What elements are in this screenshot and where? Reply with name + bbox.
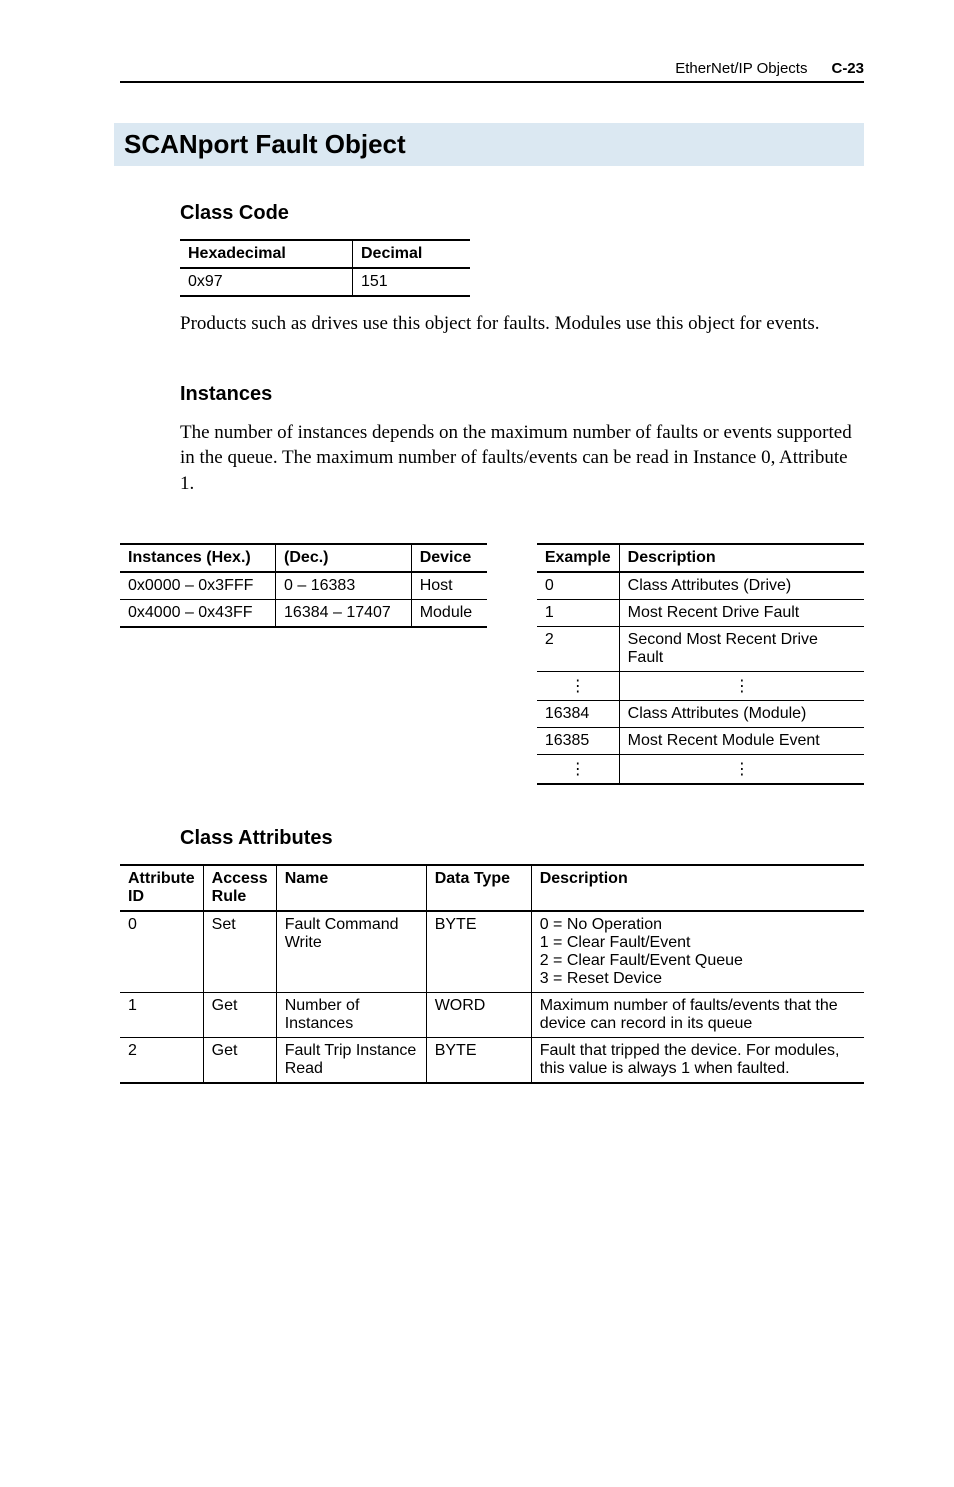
cell: 0x0000 – 0x3FFF: [120, 572, 276, 600]
col-attr-id: Attribute ID: [120, 865, 203, 911]
col-example: Example: [537, 544, 619, 572]
cell: Get: [203, 1037, 276, 1083]
class-attr-table: Attribute ID Access Rule Name Data Type …: [120, 864, 864, 1084]
cell: 0: [537, 572, 619, 600]
instances-heading: Instances: [180, 383, 864, 406]
cell: ⋮: [619, 754, 864, 784]
table-row: Example Description: [537, 544, 864, 572]
cell: Fault that tripped the device. For modul…: [531, 1037, 864, 1083]
table-row: ⋮⋮: [537, 754, 864, 784]
cell: 0x4000 – 0x43FF: [120, 599, 276, 627]
table-row: ⋮⋮: [537, 671, 864, 700]
cell-hex: 0x97: [180, 268, 353, 296]
cell: Maximum number of faults/events that the…: [531, 992, 864, 1037]
table-row: Hexadecimal Decimal: [180, 240, 470, 268]
page-header: EtherNet/IP Objects C-23: [120, 60, 864, 83]
table-row: 0Class Attributes (Drive): [537, 572, 864, 600]
table-row: Attribute ID Access Rule Name Data Type …: [120, 865, 864, 911]
table-row: 16385Most Recent Module Event: [537, 727, 864, 754]
cell: ⋮: [537, 754, 619, 784]
class-code-heading: Class Code: [180, 202, 864, 225]
cell: 0 = No Operation 1 = Clear Fault/Event 2…: [531, 911, 864, 993]
class-attr-heading-wrap: Class Attributes: [180, 827, 864, 850]
class-code-section: Class Code Hexadecimal Decimal 0x97 151 …: [180, 202, 864, 337]
col-data-type: Data Type: [426, 865, 531, 911]
instances-para: The number of instances depends on the m…: [180, 420, 864, 497]
col-hexadecimal: Hexadecimal: [180, 240, 353, 268]
class-code-table: Hexadecimal Decimal 0x97 151: [180, 239, 470, 297]
cell: BYTE: [426, 911, 531, 993]
cell: Class Attributes (Drive): [619, 572, 864, 600]
instances-right-table: Example Description 0Class Attributes (D…: [537, 543, 864, 785]
table-row: 1Most Recent Drive Fault: [537, 599, 864, 626]
cell: Most Recent Module Event: [619, 727, 864, 754]
cell: 0 – 16383: [276, 572, 412, 600]
col-decimal: Decimal: [353, 240, 471, 268]
cell-dec: 151: [353, 268, 471, 296]
table-row: 2 Get Fault Trip Instance Read BYTE Faul…: [120, 1037, 864, 1083]
table-row: 0 Set Fault Command Write BYTE 0 = No Op…: [120, 911, 864, 993]
col-instances-hex: Instances (Hex.): [120, 544, 276, 572]
cell: Fault Command Write: [276, 911, 426, 993]
col-instances-dec: (Dec.): [276, 544, 412, 572]
header-section: EtherNet/IP Objects: [675, 60, 807, 77]
cell: 2: [537, 626, 619, 671]
col-device: Device: [411, 544, 487, 572]
page-title: SCANport Fault Object: [114, 123, 864, 166]
cell: Module: [411, 599, 487, 627]
cell: Second Most Recent Drive Fault: [619, 626, 864, 671]
table-row: 0x4000 – 0x43FF 16384 – 17407 Module: [120, 599, 487, 627]
cell: 1: [120, 992, 203, 1037]
table-row: 0x97 151: [180, 268, 470, 296]
cell: 16384 – 17407: [276, 599, 412, 627]
cell: Get: [203, 992, 276, 1037]
class-attr-heading: Class Attributes: [180, 827, 864, 850]
cell: 0: [120, 911, 203, 993]
class-code-para: Products such as drives use this object …: [180, 311, 864, 337]
col-description: Description: [619, 544, 864, 572]
cell: Number of Instances: [276, 992, 426, 1037]
col-desc: Description: [531, 865, 864, 911]
cell: Class Attributes (Module): [619, 700, 864, 727]
cell: BYTE: [426, 1037, 531, 1083]
table-row: 1 Get Number of Instances WORD Maximum n…: [120, 992, 864, 1037]
col-access-rule: Access Rule: [203, 865, 276, 911]
cell: Set: [203, 911, 276, 993]
col-name: Name: [276, 865, 426, 911]
cell: 16385: [537, 727, 619, 754]
cell: 1: [537, 599, 619, 626]
table-row: 16384Class Attributes (Module): [537, 700, 864, 727]
instances-left-table: Instances (Hex.) (Dec.) Device 0x0000 – …: [120, 543, 487, 628]
cell: Host: [411, 572, 487, 600]
cell: 2: [120, 1037, 203, 1083]
cell: ⋮: [537, 671, 619, 700]
table-row: Instances (Hex.) (Dec.) Device: [120, 544, 487, 572]
table-row: 0x0000 – 0x3FFF 0 – 16383 Host: [120, 572, 487, 600]
header-page: C-23: [831, 60, 864, 77]
instances-section: Instances The number of instances depend…: [180, 383, 864, 497]
cell: WORD: [426, 992, 531, 1037]
cell: 16384: [537, 700, 619, 727]
cell: ⋮: [619, 671, 864, 700]
cell: Most Recent Drive Fault: [619, 599, 864, 626]
table-row: 2Second Most Recent Drive Fault: [537, 626, 864, 671]
instances-tables: Instances (Hex.) (Dec.) Device 0x0000 – …: [120, 543, 864, 785]
cell: Fault Trip Instance Read: [276, 1037, 426, 1083]
